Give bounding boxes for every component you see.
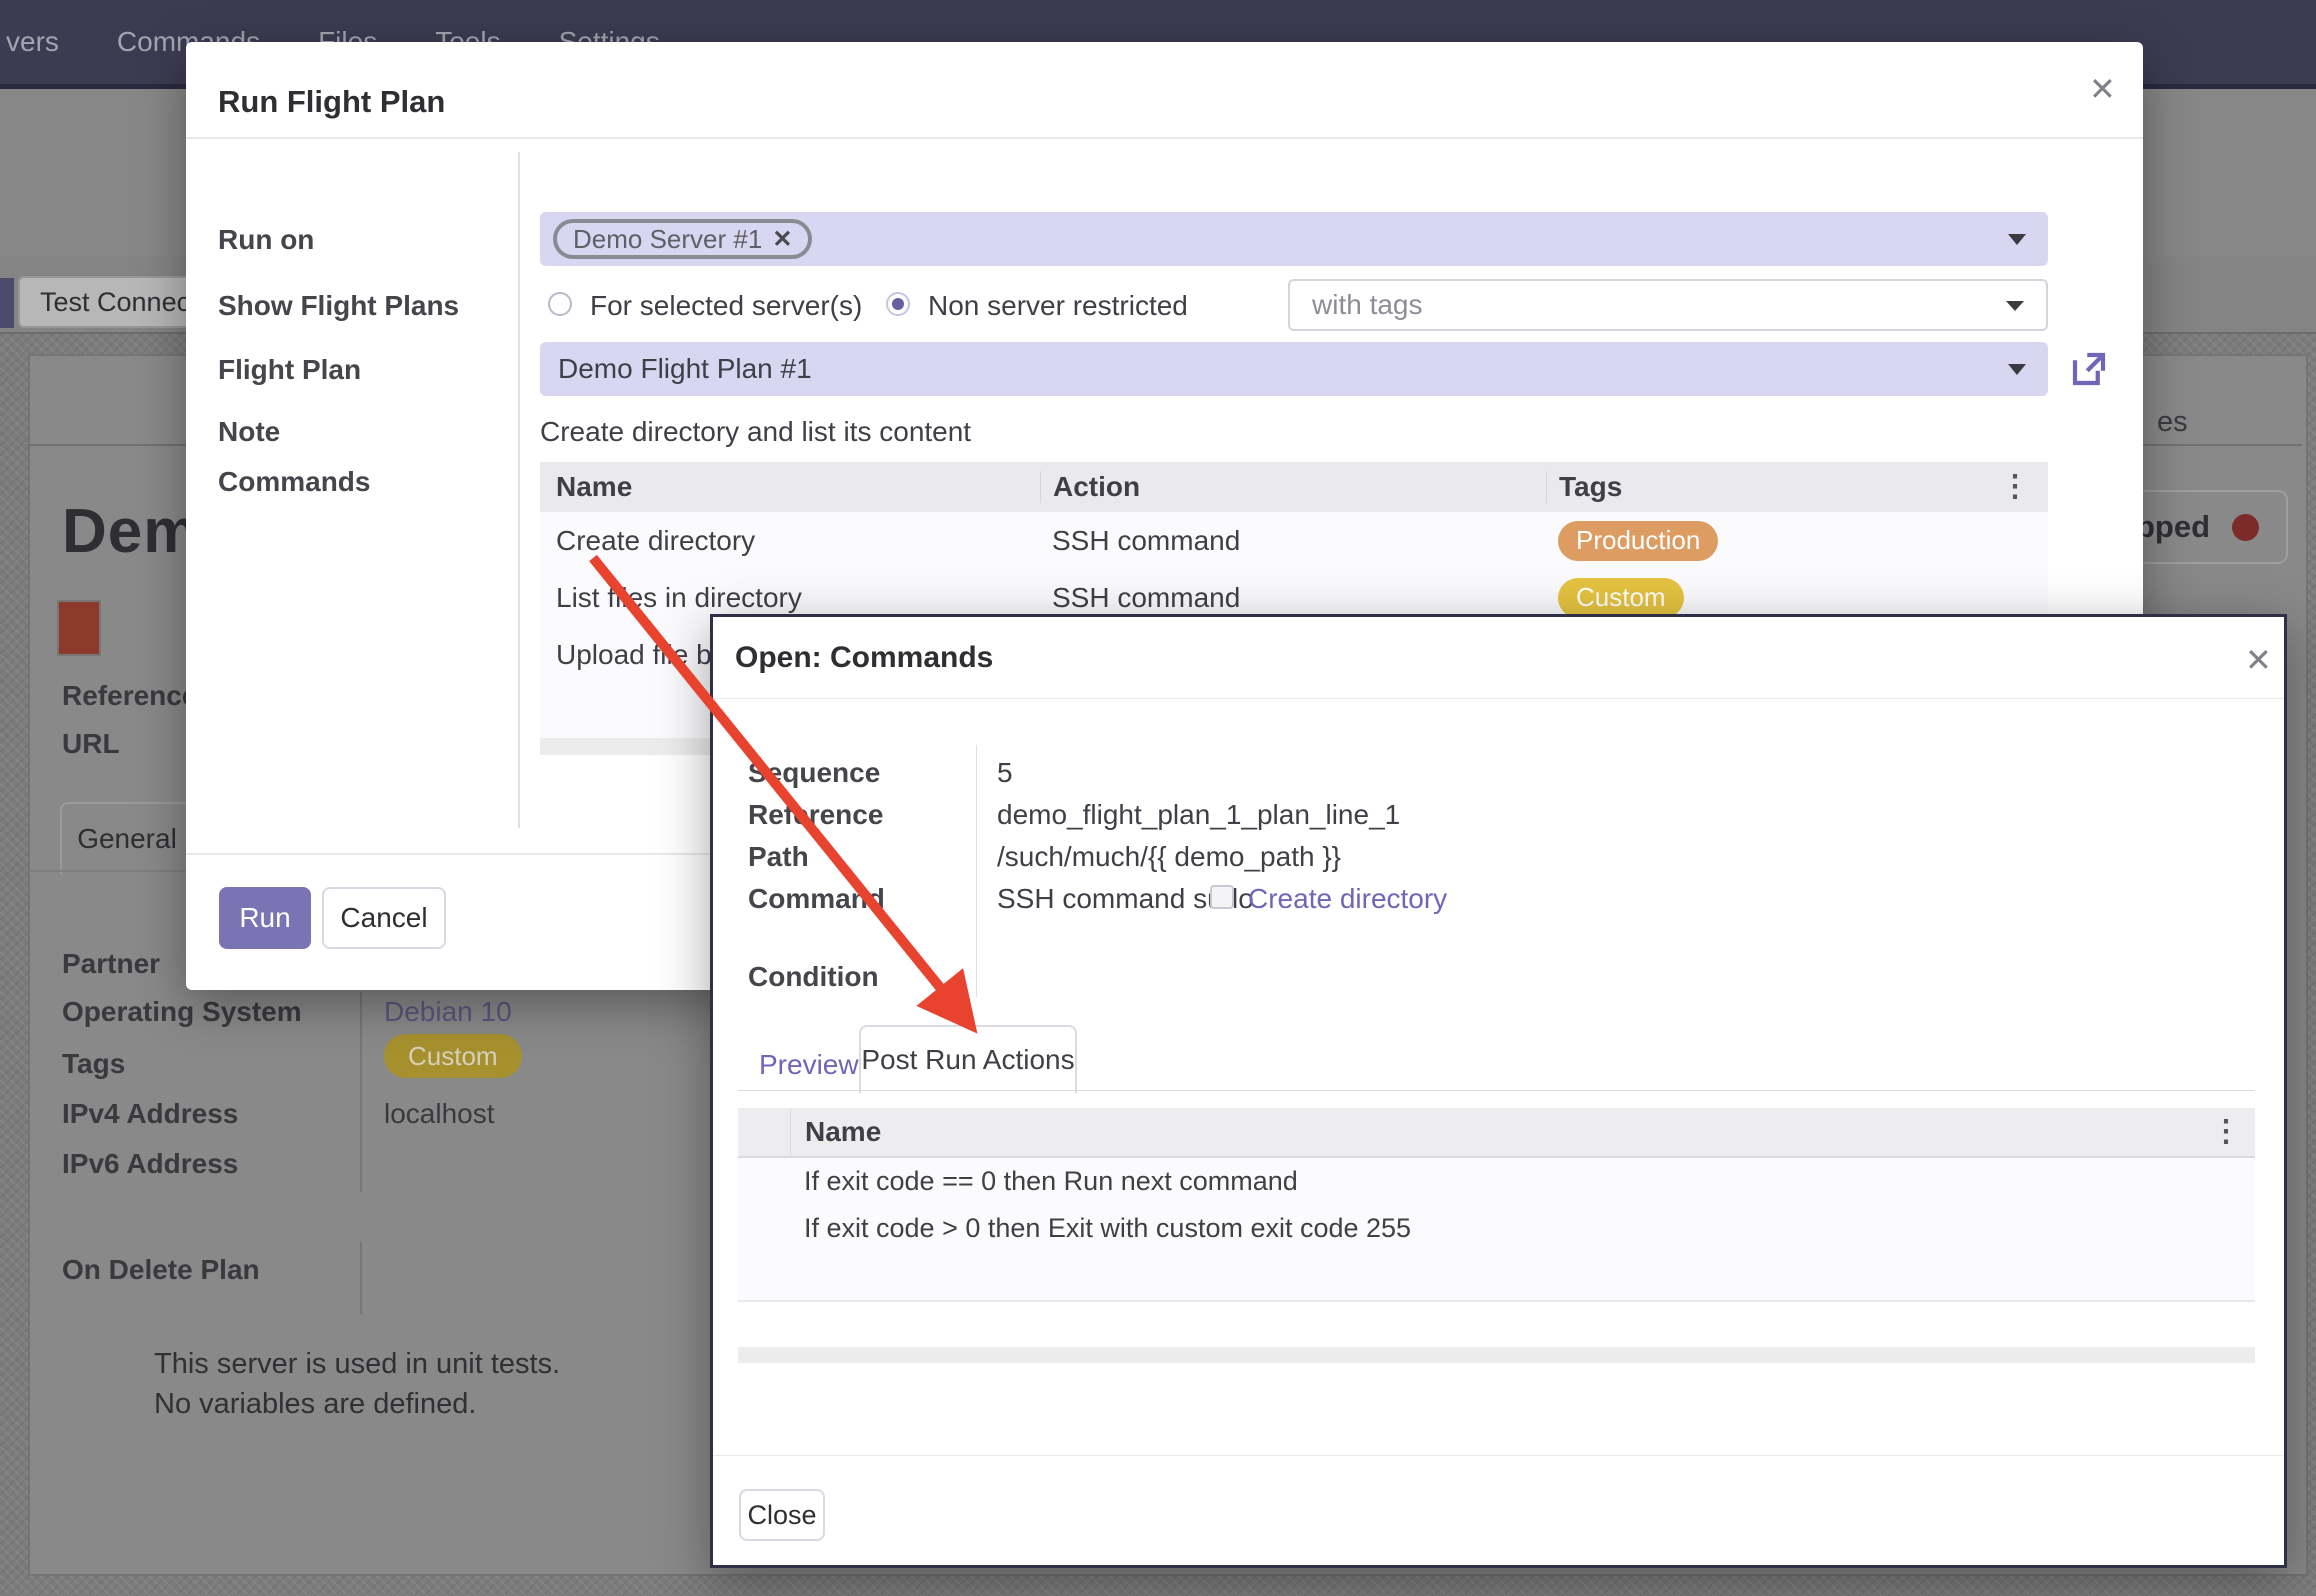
run-on-label: Run on (218, 224, 314, 256)
production-tag-pill: Production (1558, 521, 1718, 561)
radio-non-server-restricted[interactable] (886, 292, 910, 316)
show-flight-plans-label: Show Flight Plans (218, 290, 459, 322)
row-action: SSH command (1040, 582, 1546, 614)
flight-plan-value: Demo Flight Plan #1 (558, 353, 812, 385)
partner-label: Partner (62, 948, 160, 980)
tab-post-run-actions[interactable]: Post Run Actions (859, 1025, 1077, 1093)
cancel-button[interactable]: Cancel (322, 887, 446, 949)
path-value: /such/much/{{ demo_path }} (997, 841, 1341, 873)
command-checkbox[interactable] (1210, 885, 1234, 909)
footer-divider (713, 1455, 2284, 1456)
statusbar-text: es (2157, 406, 2188, 439)
os-label: Operating System (62, 996, 302, 1028)
command-label: Command (748, 883, 885, 915)
chevron-down-icon (2008, 364, 2026, 375)
tab-general[interactable]: General (60, 802, 194, 874)
action-row-name: If exit code > 0 then Exit with custom e… (804, 1213, 1411, 1244)
path-label: Path (748, 841, 809, 873)
custom-tag-pill: Custom (1558, 578, 1684, 618)
col-name[interactable]: Name (556, 471, 1040, 503)
header-divider (713, 698, 2284, 699)
new-button-partial[interactable] (0, 278, 14, 328)
flight-plan-select[interactable]: Demo Flight Plan #1 (540, 342, 2048, 396)
chevron-down-icon (2006, 301, 2024, 311)
run-on-select[interactable]: Demo Server #1 ✕ (540, 212, 2048, 266)
row-action: SSH command (1040, 525, 1546, 557)
reference-value: demo_flight_plan_1_plan_line_1 (997, 799, 1400, 831)
tags-label: Tags (62, 1048, 125, 1080)
remove-tag-icon[interactable]: ✕ (772, 225, 792, 254)
with-tags-select[interactable]: with tags (1288, 279, 2048, 331)
os-value-link[interactable]: Debian 10 (384, 996, 512, 1028)
chevron-down-icon (2008, 234, 2026, 245)
stopped-dot-icon (2232, 514, 2259, 541)
action-row[interactable]: If exit code == 0 then Run next command (738, 1158, 2255, 1207)
label-column-divider (518, 152, 520, 828)
with-tags-placeholder: with tags (1312, 289, 1423, 321)
tab-preview[interactable]: Preview (759, 1049, 859, 1081)
note-value: Create directory and list its content (540, 416, 971, 448)
note-label: Note (218, 416, 280, 448)
commands-label: Commands (218, 466, 370, 498)
action-row[interactable]: If exit code > 0 then Exit with custom e… (738, 1205, 2255, 1254)
modal-title: Open: Commands (735, 641, 993, 675)
server-tag-label: Demo Server #1 (573, 224, 762, 255)
unit-test-note-1: This server is used in unit tests. (154, 1348, 560, 1381)
stopped-status-badge[interactable]: pped (2128, 490, 2288, 564)
field-divider-2 (360, 1242, 362, 1314)
header-divider (186, 137, 2143, 139)
screen: vers Commands Files Tools Settings Test … (0, 0, 2316, 1596)
table-options-icon[interactable]: ⋮ (2211, 1117, 2241, 1147)
ipv4-value: localhost (384, 1098, 495, 1130)
close-icon[interactable]: ✕ (2089, 70, 2116, 108)
stopped-label: pped (2136, 509, 2210, 545)
table-options-icon[interactable]: ⋮ (2000, 472, 2030, 502)
notebook-divider (30, 870, 190, 872)
run-button[interactable]: Run (219, 887, 311, 949)
radio-for-selected-label[interactable]: For selected server(s) (590, 290, 862, 322)
unit-test-note-2: No variables are defined. (154, 1388, 476, 1421)
action-row-empty (738, 1252, 2255, 1302)
color-swatch[interactable] (57, 600, 101, 656)
close-icon[interactable]: ✕ (2245, 641, 2272, 679)
radio-non-restricted-label[interactable]: Non server restricted (928, 290, 1188, 322)
external-link-icon[interactable] (2068, 348, 2110, 390)
open-commands-modal: Open: Commands ✕ Sequence 5 Reference de… (710, 614, 2287, 1568)
col-tags[interactable]: Tags (1546, 471, 1622, 503)
table-row[interactable]: Create directory SSH command Production (540, 512, 2048, 571)
radio-for-selected-servers[interactable] (548, 292, 572, 316)
row-name: List files in directory (556, 582, 1040, 614)
table-scrollbar[interactable] (738, 1347, 2255, 1363)
tabs-bottom-border (738, 1090, 2255, 1091)
on-delete-label: On Delete Plan (62, 1254, 260, 1286)
condition-label: Condition (748, 961, 879, 993)
ipv4-label: IPv4 Address (62, 1098, 238, 1130)
command-link[interactable]: Create directory (1248, 883, 1447, 915)
nav-servers[interactable]: vers (6, 26, 59, 58)
action-row-name: If exit code == 0 then Run next command (804, 1166, 1298, 1197)
field-divider (360, 992, 362, 1192)
sequence-value: 5 (997, 757, 1013, 789)
server-tag-pill[interactable]: Demo Server #1 ✕ (553, 219, 812, 259)
close-button[interactable]: Close (739, 1489, 825, 1541)
custom-tag-pill: Custom (384, 1034, 522, 1078)
commands-table-header: Name Action Tags ⋮ (540, 462, 2048, 514)
flight-plan-label: Flight Plan (218, 354, 361, 386)
handle-column (738, 1108, 791, 1156)
reference-label: Reference (62, 680, 197, 712)
modal-title: Run Flight Plan (218, 84, 445, 120)
sequence-label: Sequence (748, 757, 880, 789)
col-action[interactable]: Action (1040, 471, 1546, 503)
url-label: URL (62, 728, 120, 760)
reference-label: Reference (748, 799, 883, 831)
ipv6-label: IPv6 Address (62, 1148, 238, 1180)
col-name[interactable]: Name (805, 1116, 881, 1148)
actions-table-header: Name ⋮ (738, 1108, 2255, 1158)
row-name: Create directory (556, 525, 1040, 557)
label-column-divider (976, 745, 977, 997)
